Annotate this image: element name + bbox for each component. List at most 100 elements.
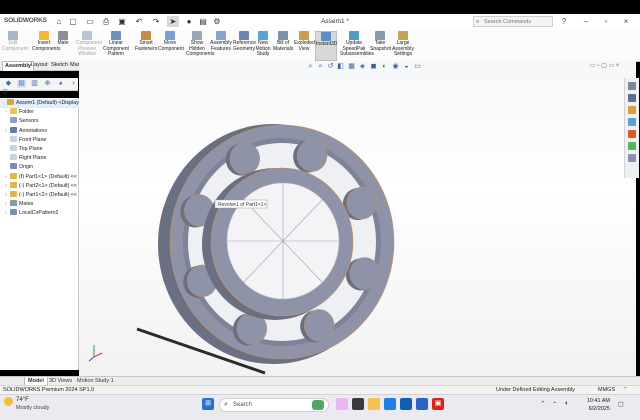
weather-temp[interactable]: 74°F (16, 397, 29, 403)
close-window-icon[interactable]: × (620, 16, 632, 27)
weather-icon[interactable] (4, 397, 13, 406)
tab-sketch[interactable]: Sketch (49, 61, 70, 70)
tree-node-annotations[interactable]: › Annotations (0, 126, 83, 136)
feature-tree-icon[interactable]: ◆ (4, 80, 13, 88)
bearing-model-canvas[interactable]: Revolve1 of Part1<1> (79, 61, 636, 376)
view-palette-icon[interactable] (628, 118, 636, 126)
solidworks-logo[interactable]: SOLIDWORKS (4, 17, 47, 24)
undo-icon[interactable]: ↶ (133, 16, 145, 27)
ribbon-tool-mate[interactable]: Mate (56, 31, 70, 61)
graphics-viewport[interactable]: Revolve1 of Part1<1> (79, 61, 636, 376)
tree-node-f-part1-1-default[interactable]: › (f) Part1<1> (Default) << (0, 172, 83, 182)
bearing-ball[interactable] (346, 186, 377, 220)
tree-node-folder[interactable]: › Folder (0, 108, 83, 117)
print-icon[interactable]: ⎙ (100, 16, 112, 27)
widgets-icon[interactable] (336, 398, 348, 410)
ribbon-tool-smart-fasteners[interactable]: Smart Fasteners (135, 31, 157, 61)
bearing-ball[interactable] (229, 142, 261, 175)
file-explorer-icon[interactable] (628, 106, 636, 114)
ribbon-tool-new-motion-study[interactable]: New Motion Study (254, 31, 272, 61)
filter-icon[interactable]: ⛉ (3, 90, 8, 97)
tree-node-part1-2-default[interactable]: › (-) Part1<2> (Default) << (0, 191, 83, 200)
tree-node-part2-1-default[interactable]: › (-) Part2<1> (Default) << (0, 181, 83, 191)
network-icon[interactable]: ◔ (552, 400, 556, 407)
tree-node-assem1-default-display-st[interactable]: Assem1 (Default) <Display St (0, 99, 80, 108)
custom-properties-icon[interactable] (628, 142, 636, 150)
options-gear-icon[interactable]: ⚙ (211, 16, 223, 27)
start-icon[interactable]: ⊞ (202, 398, 214, 410)
tree-node-mates[interactable]: › Mates (0, 200, 83, 209)
bearing-ball[interactable] (303, 309, 335, 342)
previous-view-icon[interactable]: ↺ (326, 62, 335, 71)
ribbon-tool-exploded-view[interactable]: Exploded View (294, 31, 315, 61)
system-tray-chevron-icon[interactable]: ⌃ (540, 400, 546, 408)
home-icon[interactable]: ⌂ (53, 16, 65, 27)
tree-node-sensors[interactable]: Sensors (0, 117, 83, 126)
dynamic-annotation-icon[interactable]: ▦ (347, 62, 356, 71)
zoom-to-fit-icon[interactable]: ⌕ (306, 62, 315, 71)
ribbon-tool-insert-components[interactable]: Insert Components (32, 31, 60, 61)
ribbon-tool-instant3d[interactable]: Instant3D (315, 31, 337, 61)
ribbon-tool-take-snapshot[interactable]: Take Snapshot (370, 31, 391, 61)
clock-time[interactable]: 10:41 AM (578, 398, 610, 404)
solidworks-taskbar-icon[interactable]: ▣ (432, 398, 444, 410)
ribbon-tool-show-hidden-components[interactable]: Show Hidden Components (186, 31, 214, 61)
rebuild-icon[interactable]: ● (183, 16, 195, 27)
ribbon-tool-component-preview-window[interactable]: Component Preview Window (76, 31, 102, 61)
view-orientation-icon[interactable]: ◈ (358, 62, 367, 71)
tree-node-front-plane[interactable]: Front Plane (0, 135, 83, 145)
bearing-ball[interactable] (296, 139, 328, 172)
tree-node-origin[interactable]: Origin (0, 163, 83, 172)
notifications-icon[interactable]: ◻ (618, 400, 624, 408)
select-pointer-icon[interactable]: ➤ (167, 16, 179, 27)
zoom-area-icon[interactable]: ⌕ (316, 62, 325, 71)
edit-appearance-icon[interactable]: ◉ (391, 62, 400, 71)
minimize-window-icon[interactable]: – (580, 16, 592, 27)
outlook-icon[interactable] (400, 398, 412, 410)
clock-date[interactable]: 6/2/2025 (578, 406, 610, 412)
apply-scene-icon[interactable]: ◒ (402, 62, 411, 71)
ribbon-tool-billof-materials[interactable]: Bill of Materials (273, 31, 293, 61)
ribbon-tool-update-speedpak-subassemblies[interactable]: Update SpeedPak Subassemblies (340, 31, 374, 61)
file-properties-icon[interactable]: ▤ (197, 16, 209, 27)
display-style-icon[interactable]: ◼ (369, 62, 378, 71)
viewport-window-controls[interactable]: ▭ ▫ ▢ ▭ × (590, 62, 619, 69)
tree-node-localcirpattern2[interactable]: › LocalCirPattern2 (0, 209, 83, 218)
design-library-icon[interactable] (628, 94, 636, 102)
redo-icon[interactable]: ↷ (150, 16, 162, 27)
forum-icon[interactable] (628, 154, 636, 162)
save-icon[interactable]: ▣ (116, 16, 128, 27)
dimxpert-icon[interactable]: ⊕ (43, 80, 52, 88)
tab-layout[interactable]: Layout (29, 61, 50, 70)
ribbon-tool-move-component[interactable]: Move Component (158, 31, 184, 61)
search-commands-input[interactable]: ⌕ Search Commands (473, 16, 553, 27)
file-explorer-icon[interactable] (368, 398, 380, 410)
view-settings-icon[interactable]: ▭ (413, 62, 422, 71)
property-manager-icon[interactable]: ▤ (17, 80, 26, 88)
bearing-ball[interactable] (349, 257, 380, 290)
weather-desc[interactable]: Mostly cloudy (16, 405, 49, 411)
tree-node-right-plane[interactable]: Right Plane (0, 154, 83, 163)
section-view-icon[interactable]: ◧ (336, 62, 345, 71)
ribbon-tool-large-assembly-settings[interactable]: Large Assembly Settings (392, 31, 414, 61)
display-manager-icon[interactable]: ◕ (56, 80, 65, 88)
tree-node-top-plane[interactable]: Top Plane (0, 145, 83, 154)
help-icon[interactable]: ? (558, 16, 570, 27)
hide-show-items-icon[interactable]: ◐ (380, 62, 389, 71)
configuration-manager-icon[interactable]: ▥ (30, 80, 39, 88)
ribbon-tool-linearcomponent-pattern[interactable]: Linear Component Pattern (98, 31, 134, 61)
solidworks-resources-icon[interactable] (628, 82, 636, 90)
chevron-right-icon[interactable]: › (69, 80, 78, 88)
task-view-icon[interactable] (352, 398, 364, 410)
word-icon[interactable] (416, 398, 428, 410)
appearances-icon[interactable] (628, 130, 636, 138)
ribbon-tool-reference-geometry[interactable]: Reference Geometry (233, 31, 256, 61)
open-icon[interactable]: ▭ (84, 16, 96, 27)
ribbon-tool-assembly-features[interactable]: Assembly Features (210, 31, 232, 61)
volume-icon[interactable]: ◖ (564, 400, 568, 407)
new-document-icon[interactable]: ▢ (67, 16, 79, 27)
ribbon-tool-edit-component[interactable]: Edit Component (2, 31, 28, 61)
taskbar-search-input[interactable]: ⌕ Search (219, 398, 329, 412)
restore-window-icon[interactable]: ▫ (600, 16, 612, 27)
edge-browser-icon[interactable] (384, 398, 396, 410)
